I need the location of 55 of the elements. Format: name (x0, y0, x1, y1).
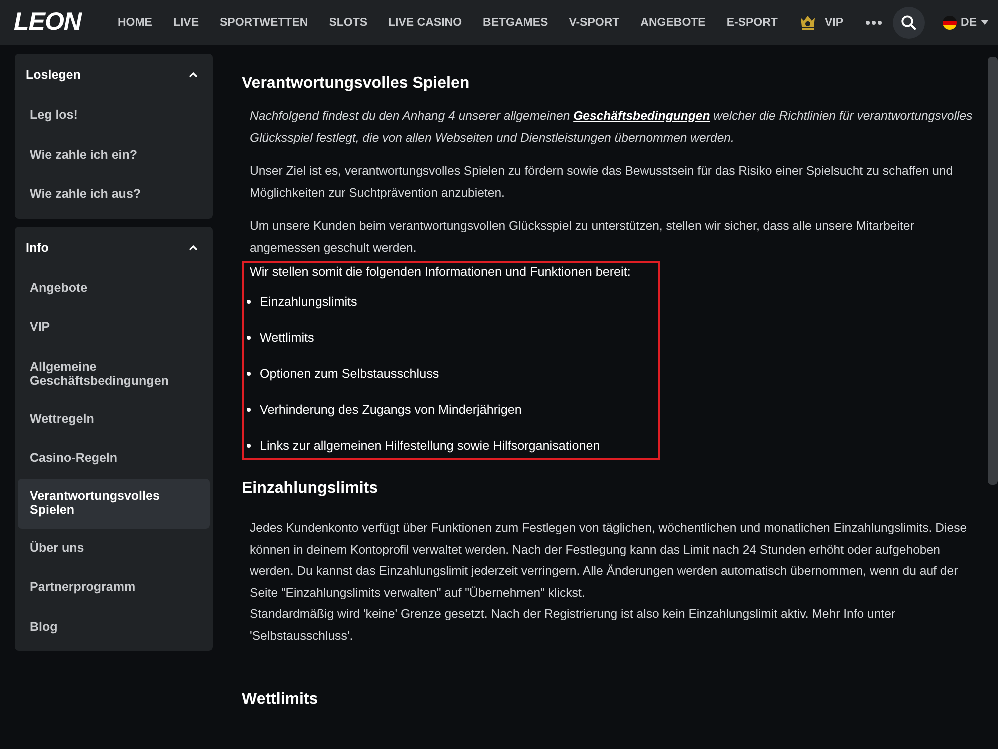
flag-icon (943, 16, 958, 30)
list-item: Optionen zum Selbstausschluss (260, 366, 440, 382)
sidebar-item[interactable]: Angebote (18, 268, 210, 308)
nav-link[interactable]: SPORTWETTEN (210, 16, 319, 28)
list-lead: Wir stellen somit die folgenden Informationen und Funktionen bereit: (250, 264, 632, 280)
sidebar-item[interactable]: Allgemeine Geschäftsbedingungen (18, 348, 210, 400)
bullet-icon (247, 336, 251, 340)
section-title: Einzahlungslimits (242, 480, 380, 498)
logo[interactable]: LEON (14, 8, 82, 37)
bullet-icon (247, 372, 251, 376)
page-title: Verantwortungsvolles Spielen (242, 75, 471, 93)
list-item: Wettlimits (260, 330, 314, 346)
language-selector[interactable]: DE (943, 16, 989, 30)
paragraph: Jedes Kundenkonto verfügt über Funktionen zum Festlegen von täglichen, wöchentlichen und monatlichen Einzahlungslimits. Diese können in deinem Kontoprofil verwaltet werden. Nach der Festlegung kann das Limit nach 24 Stunden erhöht oder aufgehoben werden. Du kannst das Einzahlungslimit jederzeit verringern. Alle Änderungen werden automatisch übernommen, wenn du auf der Seite "Einzahlungslimits verwalten" auf "Übernehmen" klickst. Standardmäßig wird 'keine' Grenze gesetzt. Nach der Registrierung ist also kein Einzahlungslimit aktiv. Mehr Info unter 'Selbstausschluss'. (250, 520, 968, 644)
sidebar-item[interactable]: Wie zahle ich aus? (18, 175, 210, 214)
paragraph: Um unsere Kunden beim verantwortungsvollen Glücksspiel zu unterstützen, stellen wir sicher, dass alle unsere Mitarbeiter angemessen geschult werden. (250, 218, 916, 256)
scrollbar[interactable] (988, 57, 998, 485)
caret-icon (981, 20, 989, 25)
group-title: Loslegen (26, 68, 81, 82)
sidebar-item[interactable]: VIP (18, 308, 210, 348)
nav-link[interactable]: LIVE CASINO (378, 16, 473, 28)
terms-link[interactable]: Geschäftsbedingungen (574, 109, 710, 123)
nav-link[interactable]: V-SPORT (558, 16, 630, 28)
sidebar-item[interactable]: Casino-Regeln (18, 439, 210, 478)
nav-link[interactable]: HOME (107, 16, 163, 28)
paragraph: Unser Ziel ist es, verantwortungsvolles Spielen zu fördern sowie das Bewusstsein für das Risiko einer Spielsucht zu schaffen und Möglichkeiten zur Suchtprävention anzubieten. (250, 163, 954, 202)
group-title: Info (26, 240, 49, 254)
search-button[interactable] (893, 6, 926, 38)
sidebar-item[interactable]: Über uns (18, 528, 210, 568)
search-icon (900, 14, 918, 32)
nav-link[interactable]: SLOTS (318, 16, 378, 28)
chevron-icon (189, 244, 198, 250)
nav-link[interactable]: LIVE (162, 16, 210, 28)
sidebar-item[interactable]: Wie zahle ich ein? (18, 136, 210, 175)
section-title: Wettlimits (242, 691, 320, 709)
list-item: Einzahlungslimits (260, 294, 358, 310)
nav-link[interactable]: VIP (788, 14, 854, 32)
sidebar-item[interactable]: Verantwortungsvolles Spielen (18, 478, 210, 528)
nav-link[interactable]: BETGAMES (472, 16, 559, 28)
chevron-icon (189, 72, 198, 78)
sidebar-group-header[interactable]: Info (18, 226, 210, 268)
bullet-icon (247, 300, 251, 304)
sidebar-item[interactable]: Leg los! (18, 96, 210, 136)
list-item: Links zur allgemeinen Hilfestellung sowie Hilfsorganisationen (260, 438, 600, 454)
list-item: Verhinderung des Zugangs von Minderjährigen (260, 402, 522, 418)
nav-link[interactable]: E-SPORT (716, 16, 788, 28)
crown-icon (798, 14, 817, 32)
intro-paragraph: Nachfolgend findest du den Anhang 4 unserer allgemeinen Geschäftsbedingungen welcher die Richtlinien für verantwortungsvolles Glücksspiel festlegt, die von allen Webseiten und Dienstleistungen übernommen werden. (250, 108, 974, 146)
nav-link[interactable]: ANGEBOTE (630, 16, 716, 28)
sidebar-group-header[interactable]: Loslegen (18, 54, 210, 96)
sidebar-item[interactable]: Blog (18, 608, 210, 647)
bullet-icon (247, 444, 251, 448)
sidebar-item[interactable]: Partnerprogramm (18, 568, 210, 608)
bullet-icon (247, 408, 251, 412)
sidebar-item[interactable]: Wettregeln (18, 400, 210, 439)
